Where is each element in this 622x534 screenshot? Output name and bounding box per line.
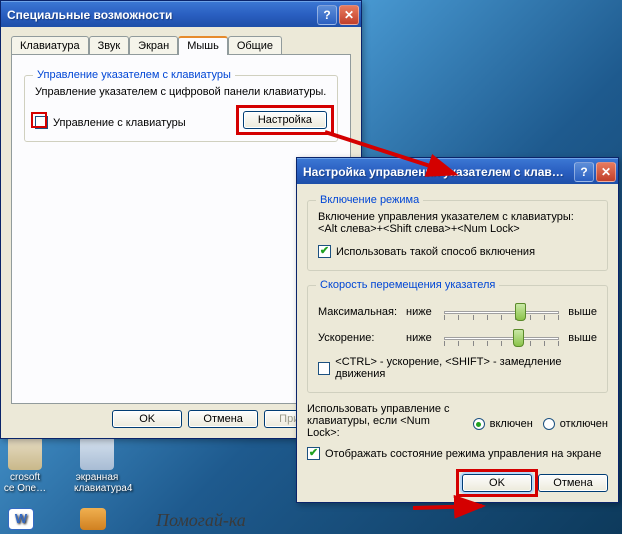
tab-mouse[interactable]: Мышь	[178, 36, 228, 55]
group-legend: Управление указателем с клавиатуры	[33, 69, 235, 81]
tab-screen[interactable]: Экран	[129, 36, 178, 55]
office-icon	[8, 436, 42, 470]
watermark: Помогай-ка	[156, 510, 246, 531]
group-legend: Скорость перемещения указателя	[316, 279, 499, 291]
annotation-box-ok	[456, 469, 538, 497]
numlock-on-radio[interactable]	[473, 418, 485, 430]
show-state-row[interactable]: Отображать состояние режима управления н…	[307, 447, 608, 460]
desktop-icon-keyboard[interactable]: экранная клавиатура4	[74, 436, 120, 494]
group-legend: Включение режима	[316, 194, 423, 206]
numlock-off-radio[interactable]	[543, 418, 555, 430]
show-state-checkbox[interactable]	[307, 447, 320, 460]
numlock-off-label: отключен	[560, 418, 608, 430]
group-description: Управление указателем с цифровой панели …	[35, 86, 327, 98]
desktop-icon-generic[interactable]	[78, 508, 108, 532]
numlock-row: Использовать управление с клавиатуры, ес…	[307, 403, 608, 439]
window-title: Настройка управления указателем с клав…	[303, 165, 572, 179]
use-shortcut-row[interactable]: Использовать такой способ включения	[318, 245, 597, 258]
acceleration-label: Ускорение:	[318, 332, 400, 344]
activation-desc-line1: Включение управления указателем с клавиа…	[318, 211, 597, 223]
show-state-label: Отображать состояние режима управления н…	[325, 448, 601, 460]
close-button[interactable]: ✕	[596, 162, 616, 182]
tab-sound[interactable]: Звук	[89, 36, 130, 55]
max-speed-row: Максимальная: ниже выше	[318, 302, 597, 322]
titlebar[interactable]: Специальные возможности ? ✕	[1, 1, 361, 27]
desktop-icon-label: crosoft ce One…	[2, 472, 48, 494]
window-title: Специальные возможности	[7, 8, 315, 22]
close-button[interactable]: ✕	[339, 5, 359, 25]
speed-group: Скорость перемещения указателя Максималь…	[307, 285, 608, 393]
annotation-box-checkbox	[31, 112, 47, 128]
cancel-button[interactable]: Отмена	[188, 410, 258, 428]
mark-high: выше	[565, 332, 597, 344]
numlock-on-row[interactable]: включен	[473, 418, 533, 430]
use-shortcut-label: Использовать такой способ включения	[336, 246, 535, 258]
ok-button[interactable]: OK	[112, 410, 182, 428]
acceleration-slider[interactable]	[444, 328, 559, 348]
ctrl-shift-label: <CTRL> - ускорение, <SHIFT> - замедление…	[335, 356, 597, 380]
help-button[interactable]: ?	[574, 162, 594, 182]
max-speed-slider[interactable]	[444, 302, 559, 322]
mark-low: ниже	[406, 306, 438, 318]
mark-low: ниже	[406, 332, 438, 344]
help-button[interactable]: ?	[317, 5, 337, 25]
numlock-on-label: включен	[490, 418, 533, 430]
numlock-label-a: Использовать управление с	[307, 403, 463, 415]
max-speed-label: Максимальная:	[318, 306, 400, 318]
annotation-box-settings	[236, 105, 334, 135]
generic-icon	[80, 508, 106, 530]
mousekeys-settings-window: Настройка управления указателем с клав… …	[296, 157, 619, 503]
mousekeys-checkbox-label: Управление с клавиатуры	[53, 117, 186, 129]
mark-high: выше	[565, 306, 597, 318]
titlebar[interactable]: Настройка управления указателем с клав… …	[297, 158, 618, 184]
desktop-icon-label: экранная клавиатура4	[74, 472, 120, 494]
ctrl-shift-checkbox[interactable]	[318, 362, 330, 375]
desktop-icon-word[interactable]: W	[6, 508, 36, 532]
use-shortcut-checkbox[interactable]	[318, 245, 331, 258]
activation-desc-line2: <Alt слева>+<Shift слева>+<Num Lock>	[318, 223, 597, 235]
numlock-off-row[interactable]: отключен	[543, 418, 608, 430]
keyboard-icon	[80, 436, 114, 470]
numlock-label-b: клавиатуры, если <Num Lock>:	[307, 415, 463, 439]
tabstrip: Клавиатура Звук Экран Мышь Общие	[11, 36, 351, 55]
cancel-button[interactable]: Отмена	[538, 474, 608, 492]
tab-keyboard[interactable]: Клавиатура	[11, 36, 89, 55]
mousekeys-group: Управление указателем с клавиатуры Управ…	[24, 75, 338, 142]
word-icon: W	[8, 508, 34, 530]
desktop-icon-office[interactable]: crosoft ce One…	[2, 436, 48, 494]
ctrl-shift-row[interactable]: <CTRL> - ускорение, <SHIFT> - замедление…	[318, 356, 597, 380]
activation-group: Включение режима Включение управления ук…	[307, 200, 608, 271]
acceleration-row: Ускорение: ниже выше	[318, 328, 597, 348]
tab-general[interactable]: Общие	[228, 36, 282, 55]
mousekeys-checkbox-row[interactable]: Управление с клавиатуры	[35, 116, 186, 129]
